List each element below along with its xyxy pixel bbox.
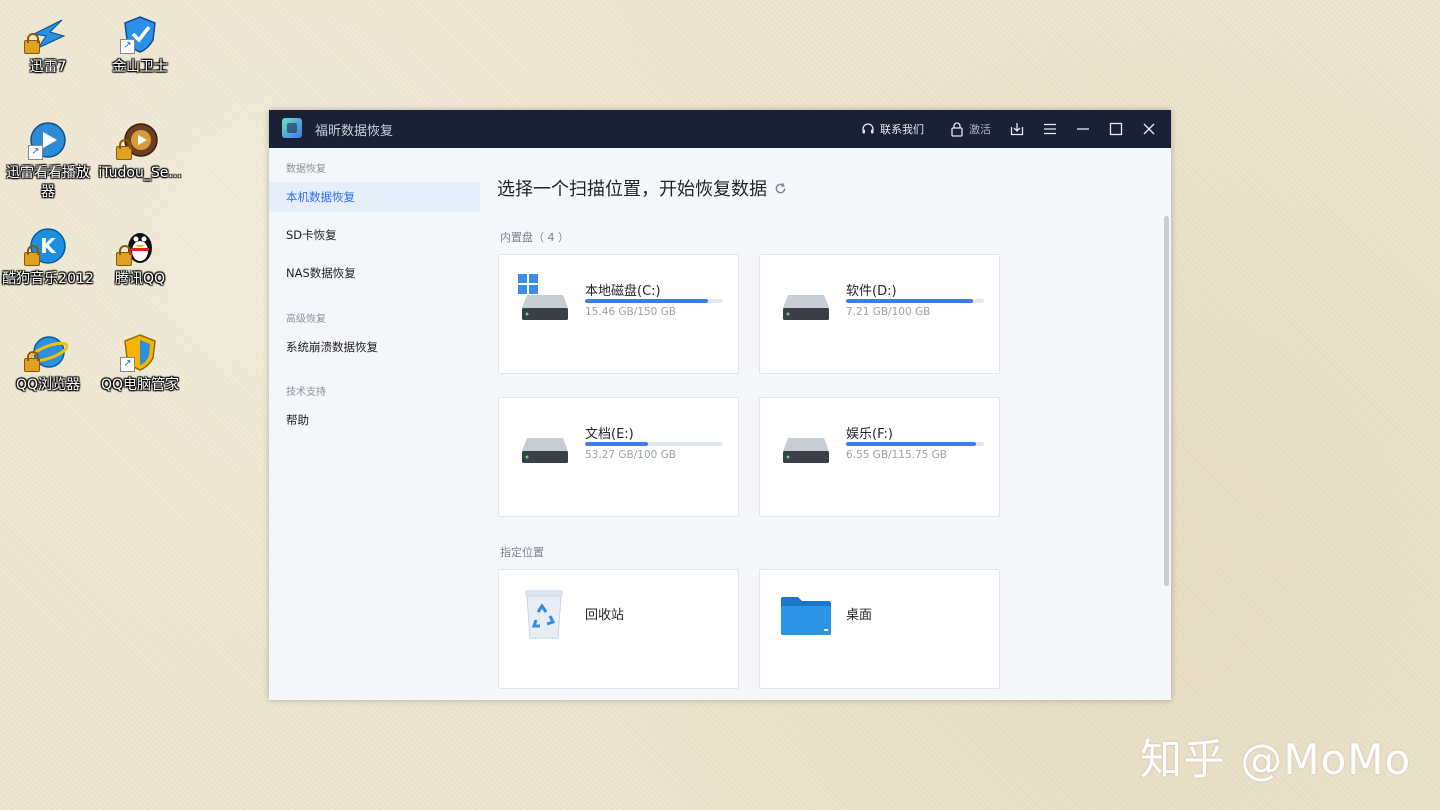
drive-card[interactable]: 本地磁盘(C:) 15.46 GB/150 GB <box>498 254 739 374</box>
export-button[interactable] <box>1010 110 1024 148</box>
internal-drives-label: 内置盘（ 4 ） <box>500 231 569 244</box>
maximize-button[interactable] <box>1109 110 1123 148</box>
desktop-icon-label: 迅雷看看播放器 <box>6 165 90 200</box>
sidebar-item-local-recovery[interactable]: 本机数据恢复 <box>269 182 480 212</box>
maximize-icon <box>1109 122 1123 136</box>
drive-usage-fill <box>585 299 708 303</box>
drive-name: 娱乐(F:) <box>846 427 893 442</box>
kingsoft-guard-icon: ↗ <box>120 14 160 54</box>
close-icon <box>1143 123 1155 135</box>
menu-button[interactable] <box>1043 110 1057 148</box>
desktop-icon-kugou[interactable]: K 酷狗音乐2012 <box>0 226 96 289</box>
desktop-icon-qq-browser[interactable]: QQ浏览器 <box>0 332 96 395</box>
activate-button[interactable]: 激活 <box>950 110 991 148</box>
activate-label: 激活 <box>969 123 991 136</box>
drive-usage-bar <box>585 442 723 446</box>
desktop-icon-qq[interactable]: 腾讯QQ <box>92 226 188 289</box>
page-title: 选择一个扫描位置，开始恢复数据 <box>497 175 787 201</box>
sidebar-item-help[interactable]: 帮助 <box>269 405 480 435</box>
recovery-app-window: 福昕数据恢复 联系我们 激活 数据恢复 本机数据恢复 SD卡恢复 NAS数据恢复 <box>269 110 1171 700</box>
hamburger-menu-icon <box>1044 123 1056 135</box>
drive-usage-bar <box>846 299 984 303</box>
svg-text:K: K <box>40 234 57 258</box>
hard-disk-icon <box>522 438 568 463</box>
drive-name: 软件(D:) <box>846 284 897 299</box>
desktop-icon-thunder[interactable]: 迅雷7 <box>0 14 96 77</box>
location-name: 桌面 <box>846 608 873 623</box>
desktop-icon-label: 腾讯QQ <box>114 271 166 287</box>
sidebar-section-title: 数据恢复 <box>286 164 326 175</box>
watermark: 知乎 @MoMo <box>1140 735 1412 784</box>
itudou-icon <box>116 120 160 160</box>
drive-usage-bar <box>846 442 984 446</box>
sidebar-item-nas[interactable]: NAS数据恢复 <box>269 258 480 288</box>
qq-penguin-icon <box>116 226 160 266</box>
qq-browser-icon <box>24 332 69 372</box>
minimize-button[interactable] <box>1076 110 1090 148</box>
lock-icon <box>951 122 963 137</box>
drive-size: 6.55 GB/115.75 GB <box>846 449 948 461</box>
drive-name: 文档(E:) <box>585 427 634 442</box>
desktop-icon-label: QQ浏览器 <box>15 377 81 393</box>
desktop-icon-label: 金山卫士 <box>112 59 168 75</box>
windows-logo-icon <box>518 274 538 294</box>
minimize-icon <box>1077 128 1089 130</box>
drive-usage-fill <box>585 442 649 446</box>
drive-name: 本地磁盘(C:) <box>585 284 661 299</box>
close-button[interactable] <box>1142 110 1156 148</box>
hard-disk-icon <box>783 295 829 320</box>
xunlei-player-icon: ↗ <box>28 120 68 160</box>
desktop-icon-label: 迅雷7 <box>29 59 67 75</box>
drive-size: 7.21 GB/100 GB <box>846 306 931 318</box>
desktop-icon-qq-pc-manager[interactable]: ↗ QQ电脑管家 <box>92 332 188 395</box>
kugou-icon: K <box>24 226 68 266</box>
headset-icon <box>862 123 874 134</box>
thunder-icon <box>24 14 68 54</box>
contact-us-label: 联系我们 <box>880 123 924 136</box>
download-icon <box>1010 123 1024 136</box>
refresh-icon[interactable] <box>774 182 787 195</box>
desktop-icon-kingsoft[interactable]: ↗ 金山卫士 <box>92 14 188 77</box>
sidebar: 数据恢复 本机数据恢复 SD卡恢复 NAS数据恢复 高级恢复 系统崩溃数据恢复 … <box>269 148 481 700</box>
app-title: 福昕数据恢复 <box>315 124 394 139</box>
specified-locations-label: 指定位置 <box>500 546 544 559</box>
drive-card[interactable]: 文档(E:) 53.27 GB/100 GB <box>498 397 739 517</box>
page-title-text: 选择一个扫描位置，开始恢复数据 <box>497 179 767 200</box>
sidebar-section-title: 高级恢复 <box>286 314 326 325</box>
location-card-desktop[interactable]: 桌面 <box>759 569 1000 689</box>
desktop-folder-icon <box>781 597 831 635</box>
desktop-icon-label: iTudou_Se... <box>98 165 182 181</box>
drive-size: 53.27 GB/100 GB <box>585 449 676 461</box>
location-name: 回收站 <box>585 608 625 623</box>
location-card-recycle-bin[interactable]: 回收站 <box>498 569 739 689</box>
title-bar: 福昕数据恢复 联系我们 激活 <box>269 110 1171 148</box>
desktop-icon-label: 酷狗音乐2012 <box>2 271 94 287</box>
drive-size: 15.46 GB/150 GB <box>585 306 676 318</box>
drive-usage-fill <box>846 299 973 303</box>
vertical-scrollbar[interactable] <box>1164 216 1169 586</box>
sidebar-item-sd-card[interactable]: SD卡恢复 <box>269 220 480 250</box>
qq-pc-manager-icon: ↗ <box>120 332 160 372</box>
sidebar-section-title: 技术支持 <box>286 387 326 398</box>
hard-disk-icon <box>783 438 829 463</box>
desktop-icon-itudou[interactable]: iTudou_Se... <box>92 120 188 183</box>
desktop-icon-xunlei-player[interactable]: ↗ 迅雷看看播放器 <box>0 120 96 202</box>
drive-card[interactable]: 娱乐(F:) 6.55 GB/115.75 GB <box>759 397 1000 517</box>
drive-card[interactable]: 软件(D:) 7.21 GB/100 GB <box>759 254 1000 374</box>
drive-usage-bar <box>585 299 723 303</box>
desktop-icon-label: QQ电脑管家 <box>100 377 180 393</box>
hard-disk-icon <box>522 295 568 320</box>
drive-usage-fill <box>846 442 976 446</box>
recycle-bin-icon <box>525 590 563 639</box>
sidebar-item-system-crash[interactable]: 系统崩溃数据恢复 <box>269 332 480 362</box>
contact-us-button[interactable]: 联系我们 <box>861 110 924 148</box>
app-logo-icon <box>282 118 302 138</box>
main-content: 选择一个扫描位置，开始恢复数据 内置盘（ 4 ） 本地磁盘(C:) 15.46 … <box>480 148 1171 700</box>
